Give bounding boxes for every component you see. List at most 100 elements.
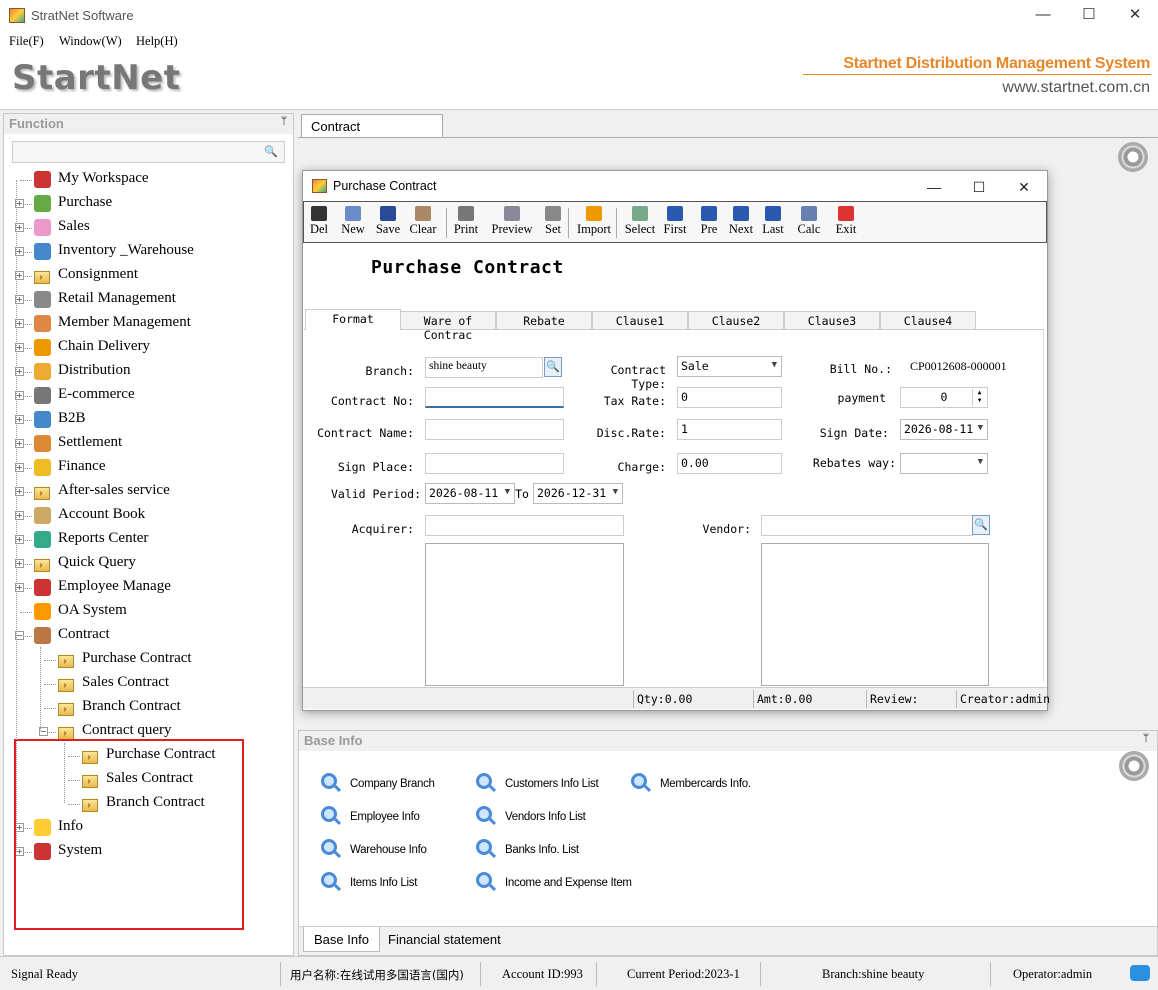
- toolbar-save-button[interactable]: Save: [374, 204, 402, 242]
- banner-url: www.startnet.com.cn: [1002, 79, 1150, 96]
- user-name-status: 用户名称:在线试用多国语言(国内): [290, 968, 464, 982]
- tab-contract-management[interactable]: Contract management: [301, 114, 443, 149]
- tree-item[interactable]: +After-sales service: [4, 480, 293, 504]
- rebates-way-select[interactable]: ▼: [900, 453, 988, 474]
- form-tab-rebate[interactable]: Rebate: [496, 311, 592, 329]
- tree-item[interactable]: + Retail Management: [4, 288, 293, 312]
- tab-base-info[interactable]: Base Info: [303, 927, 380, 952]
- tree-item-label: Contract query: [82, 722, 172, 738]
- gear-icon[interactable]: [1118, 142, 1148, 172]
- tree-item[interactable]: + Settlement: [4, 432, 293, 456]
- toolbar-import-button[interactable]: Import: [574, 204, 614, 242]
- disc-rate-field[interactable]: 1: [677, 419, 782, 440]
- toolbar-clear-button[interactable]: Clear: [408, 204, 438, 242]
- toolbar-new-button[interactable]: New: [340, 204, 366, 242]
- tree-item[interactable]: My Workspace: [4, 168, 293, 192]
- tree-item[interactable]: Branch Contract: [4, 696, 293, 720]
- menu-window[interactable]: Window(W): [59, 34, 122, 49]
- tree-item[interactable]: + E-commerce: [4, 384, 293, 408]
- form-tab-clause3[interactable]: Clause3: [784, 311, 880, 329]
- contract-type-select[interactable]: Sale ▼: [677, 356, 782, 377]
- payment-stepper[interactable]: 0 ▲ ▼: [900, 387, 988, 408]
- gear-icon[interactable]: [1119, 751, 1149, 781]
- menu-help[interactable]: Help(H): [136, 34, 178, 49]
- valid-to-picker[interactable]: 2026-12-31 ▼: [533, 483, 623, 504]
- tax-rate-field[interactable]: 0: [677, 387, 782, 408]
- vendor-details-box[interactable]: [761, 543, 989, 686]
- tree-item[interactable]: Sales Contract: [4, 672, 293, 696]
- pin-icon[interactable]: ᛘ: [1143, 733, 1149, 744]
- vendor-field[interactable]: [761, 515, 973, 536]
- tree-item[interactable]: + Member Management: [4, 312, 293, 336]
- dialog-close-button[interactable]: ✕: [1001, 173, 1047, 201]
- valid-from-picker[interactable]: 2026-08-11 ▼: [425, 483, 515, 504]
- form-tab-clause2[interactable]: Clause2: [688, 311, 784, 329]
- acquirer-details-box[interactable]: [425, 543, 624, 686]
- tree-item[interactable]: + Inventory _Warehouse: [4, 240, 293, 264]
- form-tab-format[interactable]: Format: [305, 309, 401, 330]
- toolbar-preview-button[interactable]: Preview: [490, 204, 534, 242]
- sign-date-picker[interactable]: 2026-08-11 ▼: [900, 419, 988, 440]
- tree-item[interactable]: + Chain Delivery: [4, 336, 293, 360]
- toolbar-next-button[interactable]: Next: [728, 204, 754, 242]
- tree-item[interactable]: Purchase Contract: [4, 648, 293, 672]
- toolbar-print-button[interactable]: Print: [452, 204, 480, 242]
- dialog-maximize-button[interactable]: ☐: [956, 173, 1002, 201]
- minimize-button[interactable]: —: [1020, 0, 1066, 32]
- branch-search-button[interactable]: 🔍: [544, 357, 562, 377]
- sign-place-field[interactable]: [425, 453, 564, 474]
- branch-field[interactable]: shine beauty: [425, 357, 543, 378]
- tree-item-label: Finance: [58, 458, 106, 474]
- tree-item[interactable]: + Purchase: [4, 192, 293, 216]
- contract-name-field[interactable]: [425, 419, 564, 440]
- tab-financial-statement[interactable]: Financial statement: [378, 927, 511, 952]
- chat-icon[interactable]: [1130, 965, 1150, 981]
- tree-item-label: Inventory _Warehouse: [58, 242, 194, 258]
- tree-item[interactable]: + B2B: [4, 408, 293, 432]
- contract-no-label: Contract No:: [330, 394, 414, 408]
- charge-field[interactable]: 0.00: [677, 453, 782, 474]
- search-icon[interactable]: 🔍: [264, 145, 278, 158]
- tree-item[interactable]: + Finance: [4, 456, 293, 480]
- tree-item[interactable]: OA System: [4, 600, 293, 624]
- vendor-search-button[interactable]: 🔍: [972, 515, 990, 535]
- base-info-tabs: Base Info Financial statement: [299, 926, 1157, 955]
- form-tab-clause1[interactable]: Clause1: [592, 311, 688, 329]
- tree-item-label: Quick Query: [58, 554, 136, 570]
- maximize-button[interactable]: ☐: [1066, 0, 1112, 32]
- dialog-status-bar: Qty:0.00 Amt:0.00 Review: Creator:admin: [303, 687, 1050, 709]
- menu-file[interactable]: File(F): [9, 34, 44, 49]
- toolbar-first-button[interactable]: First: [660, 204, 690, 242]
- function-search-input[interactable]: 🔍: [12, 141, 285, 163]
- contract-no-field[interactable]: [425, 387, 564, 408]
- dialog-minimize-button[interactable]: —: [911, 173, 957, 201]
- tree-item[interactable]: +Consignment: [4, 264, 293, 288]
- tree-item[interactable]: − Contract: [4, 624, 293, 648]
- close-button[interactable]: ✕: [1112, 0, 1158, 32]
- stepper-arrows-icon[interactable]: ▲ ▼: [972, 389, 986, 406]
- tree-item[interactable]: + Employee Manage: [4, 576, 293, 600]
- pin-icon[interactable]: ᛘ: [281, 116, 287, 127]
- toolbar-button-label: Next: [728, 222, 754, 236]
- current-period-status: Current Period:2023-1: [627, 967, 740, 981]
- base-info-panel: Base Info ᛘ Base Info Financial statemen…: [298, 730, 1158, 956]
- form-tab-clause4[interactable]: Clause4: [880, 311, 976, 329]
- tree-item[interactable]: +Quick Query: [4, 552, 293, 576]
- toolbar-select-button[interactable]: Select: [622, 204, 658, 242]
- tree-item[interactable]: + Account Book: [4, 504, 293, 528]
- magnifier-icon: [476, 806, 492, 822]
- toolbar-calc-button[interactable]: Calc: [795, 204, 823, 242]
- toolbar-last-button[interactable]: Last: [758, 204, 788, 242]
- tree-item[interactable]: + Distribution: [4, 360, 293, 384]
- toolbar-exit-button[interactable]: Exit: [832, 204, 860, 242]
- acquirer-field[interactable]: [425, 515, 624, 536]
- form-tab-ware-of-contrac[interactable]: Ware of Contrac: [400, 311, 496, 342]
- tree-item[interactable]: + Sales: [4, 216, 293, 240]
- tree-item-label: Purchase: [58, 194, 113, 210]
- toolbar-pre-button[interactable]: Pre: [696, 204, 722, 242]
- b2b-icon: [34, 411, 51, 428]
- toolbar-del-button[interactable]: Del: [308, 204, 330, 242]
- banner-title: Startnet Distribution Management System: [843, 55, 1150, 72]
- tree-item[interactable]: + Reports Center: [4, 528, 293, 552]
- toolbar-set-button[interactable]: Set: [540, 204, 566, 242]
